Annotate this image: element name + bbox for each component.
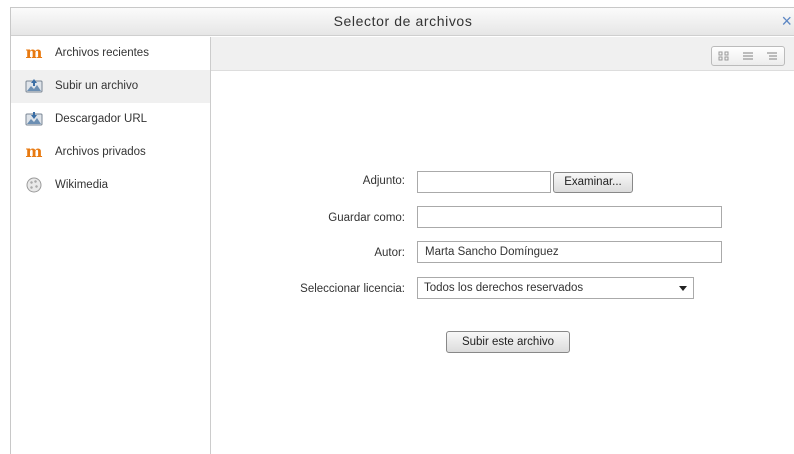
upload-file-button[interactable]: Subir este archivo bbox=[446, 331, 570, 353]
sidebar-item-private-files[interactable]: m Archivos privados bbox=[11, 136, 210, 169]
attachment-label: Adjunto: bbox=[362, 175, 405, 187]
tree-view-icon[interactable] bbox=[760, 47, 784, 65]
sidebar-item-label: Wikimedia bbox=[55, 179, 109, 191]
dialog-titlebar: Selector de archivos × bbox=[11, 8, 794, 36]
upload-panel: Adjunto: Examinar... Guardar como: Autor… bbox=[211, 37, 794, 454]
license-selected-value: Todos los derechos reservados bbox=[424, 282, 584, 294]
license-select[interactable]: Todos los derechos reservados bbox=[417, 277, 694, 299]
author-label: Autor: bbox=[374, 247, 405, 259]
view-mode-switcher bbox=[711, 46, 785, 66]
license-label: Seleccionar licencia: bbox=[300, 283, 405, 295]
moodle-icon: m bbox=[25, 43, 43, 62]
sidebar-item-label: Descargador URL bbox=[55, 113, 148, 125]
chevron-down-icon bbox=[679, 286, 687, 291]
view-toolbar bbox=[211, 37, 794, 71]
sidebar-item-url-downloader[interactable]: Descargador URL bbox=[11, 103, 210, 136]
sidebar-item-upload-file[interactable]: Subir un archivo bbox=[11, 70, 210, 103]
attachment-field[interactable] bbox=[417, 171, 551, 193]
browse-button[interactable]: Examinar... bbox=[553, 172, 633, 193]
dialog-title: Selector de archivos bbox=[333, 13, 473, 29]
wikimedia-icon bbox=[25, 177, 43, 193]
author-field[interactable] bbox=[417, 241, 722, 263]
sidebar-item-label: Archivos privados bbox=[55, 146, 146, 158]
download-icon bbox=[25, 111, 43, 127]
list-view-icon[interactable] bbox=[736, 47, 760, 65]
close-icon[interactable]: × bbox=[779, 8, 794, 35]
moodle-icon: m bbox=[25, 142, 43, 161]
repository-sidebar: m Archivos recientes Subir un archivo De… bbox=[11, 37, 211, 454]
file-picker-dialog: Selector de archivos × m Archivos recien… bbox=[10, 7, 794, 454]
save-as-label: Guardar como: bbox=[328, 212, 405, 224]
upload-icon bbox=[25, 78, 43, 94]
sidebar-item-recent-files[interactable]: m Archivos recientes bbox=[11, 37, 210, 70]
sidebar-item-label: Subir un archivo bbox=[55, 80, 139, 92]
icons-view-icon[interactable] bbox=[712, 47, 736, 65]
sidebar-item-wikimedia[interactable]: Wikimedia bbox=[11, 169, 210, 202]
sidebar-item-label: Archivos recientes bbox=[55, 47, 149, 59]
save-as-field[interactable] bbox=[417, 206, 722, 228]
